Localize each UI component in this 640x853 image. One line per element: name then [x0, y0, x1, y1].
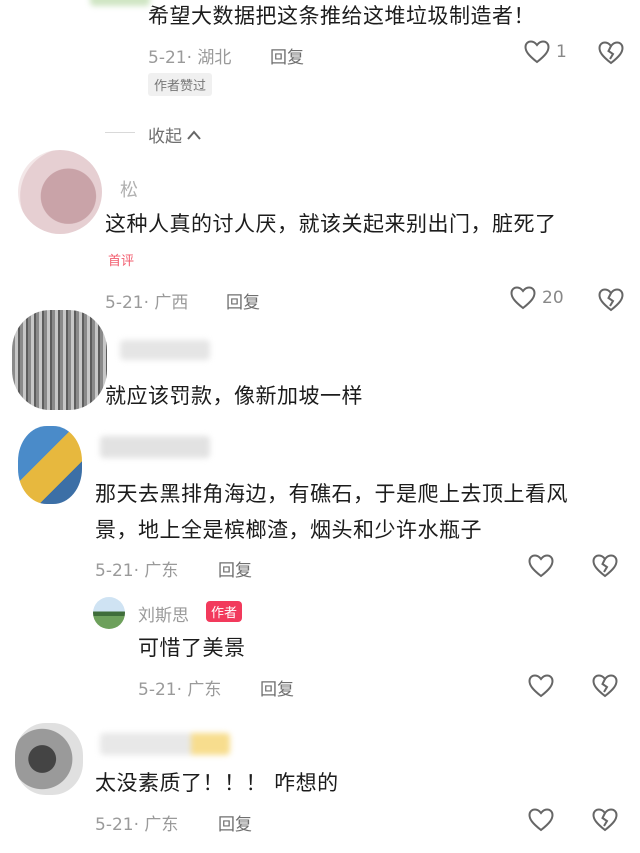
heart-icon[interactable] [528, 808, 554, 832]
avatar[interactable] [15, 723, 83, 795]
like-count: 1 [556, 42, 567, 62]
broken-heart-icon[interactable] [592, 554, 618, 578]
commenter-name-blurred[interactable] [120, 340, 210, 360]
avatar[interactable] [12, 310, 107, 410]
comment-text-line-2: 景，地上全是槟榔渣，烟头和少许水瓶子 [95, 518, 482, 542]
reply-button[interactable]: 回复 [260, 675, 294, 700]
reply-text: 可惜了美景 [138, 636, 246, 660]
author-name[interactable]: 刘斯思 [138, 601, 189, 626]
chevron-up-icon [186, 129, 202, 141]
first-comment-badge: 首评 [108, 254, 135, 269]
broken-heart-icon[interactable] [592, 808, 618, 832]
reply-meta: 5-21· 广东 [138, 680, 222, 700]
avatar-blurred[interactable] [90, 0, 150, 6]
heart-icon [524, 40, 550, 64]
author-avatar[interactable] [93, 597, 125, 629]
comment-meta: 5-21· 广东 [95, 561, 179, 581]
reply-button[interactable]: 回复 [270, 43, 304, 68]
author-liked-badge: 作者赞过 [148, 73, 213, 96]
heart-icon[interactable] [528, 674, 554, 698]
commenter-name-blurred[interactable] [100, 436, 210, 458]
comment-4: 那天去黑排角海边，有礁石，于是爬上去顶上看风 景，地上全是槟榔渣，烟头和少许水瓶… [0, 420, 640, 710]
broken-heart-icon[interactable] [592, 674, 618, 698]
broken-heart-icon[interactable] [598, 41, 624, 65]
comment-2: 松 这种人真的讨人厌，就该关起来别出门，脏死了 首评 5-21· 广西 回复 2… [0, 140, 640, 320]
reply-button[interactable]: 回复 [218, 556, 252, 581]
comment-meta: 5-21· 广东 [95, 815, 179, 835]
comment-text-line-1: 那天去黑排角海边，有礁石，于是爬上去顶上看风 [95, 482, 568, 506]
collapse-divider [105, 132, 135, 133]
comment-text: 希望大数据把这条推给这堆垃圾制造者！ [148, 4, 535, 28]
reply-button[interactable]: 回复 [218, 810, 252, 835]
author-badge: 作者 [206, 601, 243, 622]
commenter-name[interactable]: 松 [120, 176, 138, 202]
author-reply: 刘斯思 作者 可惜了美景 5-21· 广东 回复 [0, 590, 640, 710]
commenter-name-blurred[interactable] [100, 733, 230, 755]
avatar[interactable] [18, 150, 102, 234]
comment-text: 太没素质了！！！ 咋想的 [95, 771, 339, 795]
comment-3: 就应该罚款，像新加坡一样 [0, 305, 640, 425]
comment-5: 太没素质了！！！ 咋想的 5-21· 广东 回复 [0, 715, 640, 853]
heart-icon[interactable] [528, 554, 554, 578]
comment-meta: 5-21· 湖北 [148, 48, 232, 68]
comment-text: 这种人真的讨人厌，就该关起来别出门，脏死了 [105, 212, 557, 236]
avatar[interactable] [18, 426, 82, 504]
like-button[interactable]: 1 [524, 40, 567, 64]
comment-1: 希望大数据把这条推给这堆垃圾制造者！ 5-21· 湖北 回复 1 作者赞过 [0, 0, 640, 115]
comment-text: 就应该罚款，像新加坡一样 [105, 384, 363, 408]
